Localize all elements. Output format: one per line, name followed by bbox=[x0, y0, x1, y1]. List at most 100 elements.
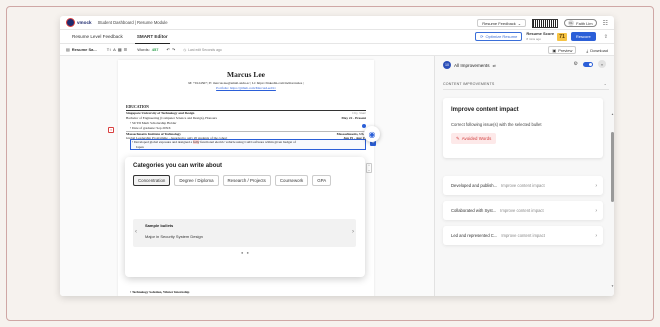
align-icon[interactable]: A bbox=[113, 47, 116, 52]
sort-icon[interactable]: ⇄ bbox=[493, 63, 496, 68]
resume-portfolio-link[interactable]: Portfolio: https://github.com/MarcusLee0… bbox=[118, 86, 374, 90]
chevron-right-icon[interactable]: › bbox=[352, 229, 354, 235]
chevron-right-icon: › bbox=[595, 182, 597, 189]
settings-icon[interactable]: ⚙ bbox=[574, 61, 578, 67]
feedback-dropdown[interactable]: Resume Feedback ⌄ bbox=[477, 19, 527, 27]
improvement-row[interactable]: Collaborated with Syst... Improve conten… bbox=[443, 201, 603, 220]
category-chips: Concentration Degree / Diploma Research … bbox=[133, 175, 358, 186]
preview-button[interactable]: ▣ Preview bbox=[548, 46, 577, 54]
app-window: vmock Student Dashboard | Resume Module … bbox=[60, 16, 614, 296]
breadcrumb: Student Dashboard | Resume Module bbox=[97, 20, 168, 25]
download-button[interactable]: ⤓ Download bbox=[586, 48, 608, 53]
card-title: Improve content impact bbox=[451, 107, 519, 113]
download-icon: ⤓ bbox=[586, 47, 589, 53]
avoided-words-tag[interactable]: ✎ Avoided Words bbox=[451, 133, 497, 144]
row-issue: Improve content impact bbox=[501, 233, 545, 238]
word-count: Words: 457 bbox=[137, 47, 158, 52]
undo-redo: ↶ ↷ bbox=[166, 47, 175, 52]
optimize-label: Optimize Resume bbox=[485, 34, 518, 39]
calendar-icon[interactable]: ▦ bbox=[118, 47, 122, 52]
logo-icon bbox=[66, 18, 75, 27]
toolbar-right: ▣ Preview ⤓ Download bbox=[548, 45, 608, 55]
bullet-3-text-a: Developed global exposure and designed a bbox=[134, 140, 193, 144]
degree-1: Bachelor of Engineering (Computer Scienc… bbox=[126, 116, 217, 120]
bullet-1: SUTD Merit Scholarship Holder bbox=[130, 121, 176, 125]
bullet-3[interactable]: Developed global exposure and designed a… bbox=[132, 140, 296, 144]
bullet-3-text-b: functional electric vehicle using CAD so… bbox=[199, 140, 296, 144]
resume-contact-line: M: +9124567 | E: marcus.lee@email.andu.a… bbox=[188, 81, 304, 85]
scroll-stepper[interactable]: ⌃ ⌄ bbox=[366, 163, 372, 173]
rescore-button[interactable]: Rescore bbox=[570, 32, 596, 41]
section-divider bbox=[126, 109, 366, 111]
editor-toolbar: ▤ Resume Sa... T↕ A ▦ ☰ Words: 457 ↶ ↷ ◷… bbox=[60, 44, 614, 56]
chevron-right-icon: › bbox=[595, 232, 597, 239]
user-menu[interactable]: FL Faith Lim bbox=[564, 19, 597, 27]
school-1-location: City, State bbox=[352, 111, 366, 115]
logo[interactable]: vmock bbox=[66, 18, 92, 27]
file-name: Resume Sa... bbox=[71, 47, 97, 52]
school-1: Singapore University of Technology and D… bbox=[126, 111, 195, 115]
user-name: Faith Lim bbox=[576, 20, 593, 26]
share-icon[interactable]: ⇪ bbox=[604, 34, 608, 40]
improvement-row[interactable]: Led and represented C... Improve content… bbox=[443, 226, 603, 245]
sample-bullets-card[interactable]: ‹ Sample bullets Major in Security Syste… bbox=[133, 219, 356, 247]
top-bar-right: Resume Feedback ⌄ FL Faith Lim ☷ bbox=[477, 18, 608, 28]
undo-icon[interactable]: ↶ bbox=[166, 47, 169, 52]
tab-smart-editor[interactable]: SMART Editor bbox=[134, 30, 170, 44]
highlight-toggle[interactable] bbox=[583, 61, 593, 67]
tab-resume-level-feedback[interactable]: Resume Level Feedback bbox=[70, 30, 125, 44]
chip-coursework[interactable]: Coursework bbox=[274, 175, 309, 186]
apps-grid-icon[interactable]: ☷ bbox=[603, 20, 608, 27]
chip-research-projects[interactable]: Research / Projects bbox=[222, 175, 271, 186]
format-tools: T↕ A ▦ ☰ bbox=[107, 47, 128, 52]
chip-gpa[interactable]: GPA bbox=[312, 175, 332, 186]
score-sub: 8 mins ago bbox=[526, 36, 541, 41]
scroll-up-arrow[interactable]: ▲ bbox=[611, 112, 614, 116]
sample-text: Major in Security System Design bbox=[145, 234, 203, 239]
row-bullet-text: Collaborated with Syst... bbox=[451, 208, 497, 213]
bullet-3-cont: Japan bbox=[136, 145, 144, 149]
content-improvements-header[interactable]: CONTENT IMPROVEMENTS ⌄ bbox=[443, 82, 609, 90]
ai-assistant-icon[interactable]: ◉ bbox=[364, 126, 380, 142]
clock-icon: ◷ bbox=[183, 47, 187, 52]
collapse-icon[interactable]: » bbox=[598, 60, 606, 68]
section-marker[interactable]: T bbox=[108, 127, 114, 133]
section-education-title: EDUCATION bbox=[126, 105, 149, 109]
optimize-resume-button[interactable]: ⟳ Optimize Resume bbox=[475, 32, 523, 41]
tabs-right: ⟳ Optimize Resume Resume Score 8 mins ag… bbox=[475, 31, 608, 41]
text-size-icon[interactable]: T↕ bbox=[107, 47, 111, 52]
chevron-down-icon[interactable]: ⌄ bbox=[368, 168, 371, 172]
chip-degree-diploma[interactable]: Degree / Diploma bbox=[174, 175, 219, 186]
row-issue: Improve content impact bbox=[500, 208, 544, 213]
download-label: Download bbox=[590, 47, 608, 53]
improvement-row[interactable]: Developed and publish... Improve content… bbox=[443, 176, 603, 195]
avatar: FL bbox=[568, 20, 575, 26]
improvements-panel: 10 All Improvements ⇄ ⚙ » CONTENT IMPROV… bbox=[434, 56, 614, 296]
bullet-2: Date of graduate: Sep 20XX bbox=[130, 126, 171, 130]
tabs-bar: Resume Level Feedback SMART Editor ⟳ Opt… bbox=[60, 30, 614, 44]
panel-scrollbar[interactable] bbox=[611, 132, 614, 202]
words-count: 457 bbox=[151, 47, 159, 52]
file-icon: ▤ bbox=[66, 47, 70, 52]
resume-name: Marcus Lee bbox=[227, 70, 265, 79]
saved-text: Last edit Seconds ago bbox=[188, 47, 222, 52]
redo-icon[interactable]: ↷ bbox=[172, 47, 175, 52]
resume-score: Resume Score 8 mins ago 71 bbox=[526, 31, 567, 41]
scroll-down-arrow[interactable]: ▼ bbox=[611, 284, 614, 288]
bottom-bullet: Technology Solution, Winter Internship bbox=[130, 290, 189, 294]
improvements-count-badge: 10 bbox=[443, 61, 451, 69]
chevron-down-icon: ⌄ bbox=[517, 20, 522, 26]
pagination-dots[interactable]: ● ● bbox=[241, 250, 250, 255]
preview-icon: ▣ bbox=[552, 47, 557, 53]
row-bullet-text: Developed and publish... bbox=[451, 183, 498, 188]
chip-concentration[interactable]: Concentration bbox=[133, 175, 171, 186]
panel-header: 10 All Improvements ⇄ bbox=[443, 61, 496, 69]
card-description: Correct following issue(s) with the sele… bbox=[451, 122, 542, 127]
top-bar: vmock Student Dashboard | Resume Module … bbox=[60, 16, 614, 30]
chevron-left-icon[interactable]: ‹ bbox=[135, 229, 137, 235]
panel-tools: ⚙ » bbox=[574, 60, 606, 68]
improvement-card-active[interactable]: Improve content impact Correct following… bbox=[443, 98, 603, 158]
file-menu[interactable]: ▤ Resume Sa... bbox=[66, 47, 97, 52]
list-icon[interactable]: ☰ bbox=[124, 47, 128, 52]
popup-title: Categories you can write about bbox=[133, 163, 223, 169]
